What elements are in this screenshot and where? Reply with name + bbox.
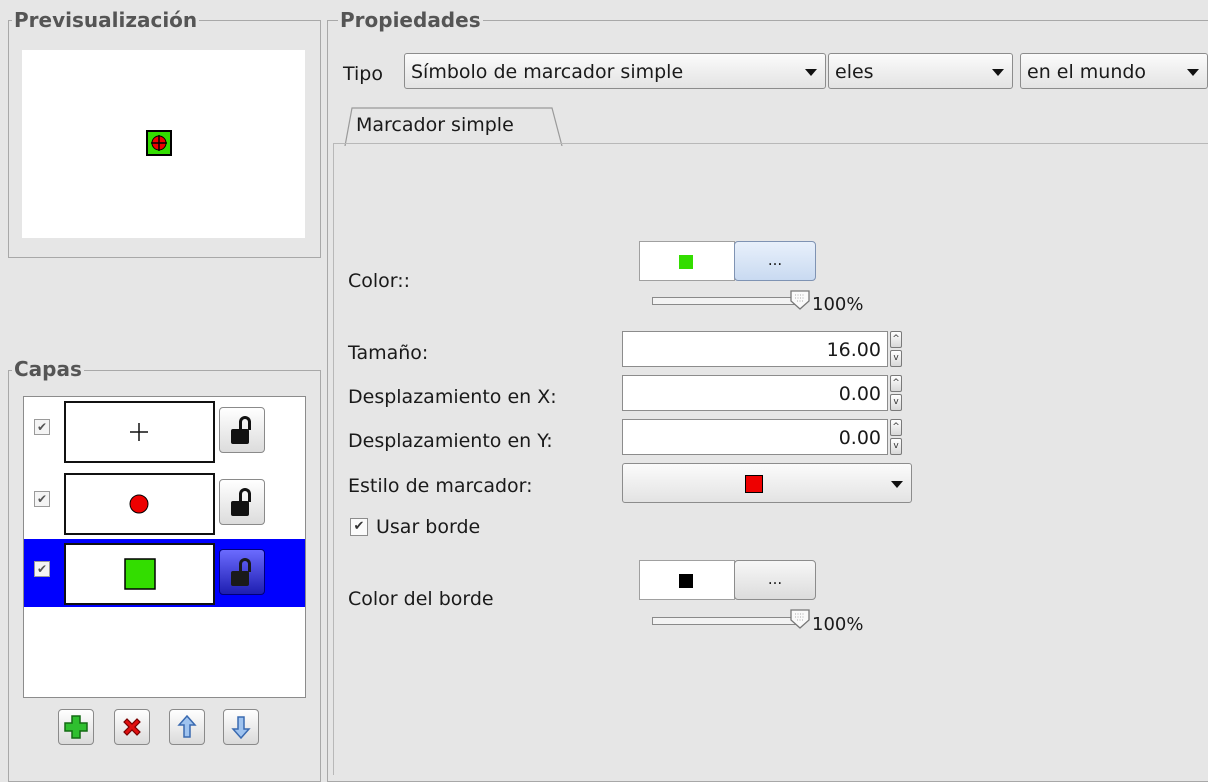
- offset-x-label: Desplazamiento en X:: [348, 386, 557, 408]
- layer-visible-checkbox[interactable]: ✔: [34, 561, 50, 577]
- slider-thumb-icon[interactable]: [789, 289, 811, 311]
- spin-down-icon[interactable]: v: [890, 394, 902, 411]
- preview-group-title: Previsualización: [12, 8, 200, 32]
- offset-y-input[interactable]: 0.00: [622, 419, 888, 455]
- layers-list: ✔ ✔ ✔: [23, 396, 306, 698]
- remove-layer-button[interactable]: [114, 709, 150, 745]
- layer-lock-button[interactable]: [219, 479, 265, 525]
- layers-group-title: Capas: [12, 357, 84, 381]
- cross-marker-icon: [130, 423, 148, 441]
- tab-panel: [333, 143, 1208, 775]
- layer-preview[interactable]: [64, 543, 215, 605]
- use-border-label[interactable]: Usar borde: [376, 516, 480, 538]
- spin-up-icon[interactable]: ^: [890, 375, 902, 392]
- border-color-swatch[interactable]: [639, 560, 735, 600]
- layer-row[interactable]: ✔: [24, 539, 305, 607]
- spin-up-icon[interactable]: ^: [890, 331, 902, 348]
- offset-y-spinner[interactable]: ^ v: [890, 419, 902, 455]
- size-input[interactable]: 16.00: [622, 331, 888, 367]
- slider-thumb-icon[interactable]: [789, 608, 811, 630]
- layer-row[interactable]: ✔: [24, 397, 305, 465]
- move-layer-up-button[interactable]: [169, 709, 205, 745]
- unlocked-icon: [239, 558, 251, 572]
- arrow-up-icon: [177, 714, 197, 738]
- use-border-checkbox[interactable]: ✔: [350, 518, 368, 536]
- size-label: Tamaño:: [348, 342, 429, 364]
- symbol-type-value: Símbolo de marcador simple: [411, 61, 684, 83]
- color-picker-button[interactable]: ...: [734, 241, 816, 281]
- green-square-marker-icon: [124, 558, 156, 590]
- border-opacity-slider[interactable]: [652, 617, 800, 625]
- layer-lock-button[interactable]: [219, 549, 265, 595]
- layer-visible-checkbox[interactable]: ✔: [34, 491, 50, 507]
- units-scope-value: en el mundo: [1027, 61, 1147, 83]
- chevron-down-icon: [891, 481, 903, 488]
- color-swatch-fill: [679, 255, 693, 269]
- symbol-type-select[interactable]: Símbolo de marcador simple: [404, 53, 826, 89]
- chevron-down-icon: [1187, 69, 1199, 76]
- color-opacity-value: 100%: [812, 294, 864, 315]
- border-color-swatch-fill: [679, 574, 693, 588]
- offset-y-label: Desplazamiento en Y:: [348, 430, 553, 452]
- size-value: 16.00: [826, 339, 881, 361]
- symbol-preview: [22, 50, 305, 238]
- delete-icon: [123, 718, 141, 736]
- units-select[interactable]: eles: [828, 53, 1013, 89]
- unlocked-icon: [239, 488, 251, 502]
- arrow-down-icon: [231, 716, 251, 740]
- border-color-picker-button[interactable]: ...: [734, 560, 816, 600]
- border-opacity-value: 100%: [812, 614, 864, 635]
- spin-down-icon[interactable]: v: [890, 438, 902, 455]
- size-spinner[interactable]: ^ v: [890, 331, 902, 367]
- layer-preview[interactable]: [64, 401, 215, 463]
- spin-up-icon[interactable]: ^: [890, 419, 902, 436]
- color-label: Color::: [348, 270, 411, 292]
- layer-preview[interactable]: [64, 473, 215, 535]
- border-color-label: Color del borde: [348, 588, 494, 610]
- marker-style-select[interactable]: [622, 463, 912, 503]
- offset-x-spinner[interactable]: ^ v: [890, 375, 902, 411]
- red-circle-marker-icon: [129, 494, 149, 514]
- properties-group-title: Propiedades: [338, 8, 483, 32]
- chevron-down-icon: [992, 69, 1004, 76]
- color-swatch[interactable]: [639, 241, 735, 281]
- layer-visible-checkbox[interactable]: ✔: [34, 419, 50, 435]
- preview-symbol: [146, 130, 172, 156]
- offset-y-value: 0.00: [838, 427, 881, 449]
- type-label: Tipo: [343, 63, 383, 85]
- chevron-down-icon: [805, 69, 817, 76]
- marker-style-label: Estilo de marcador:: [348, 475, 533, 497]
- color-opacity-slider[interactable]: [652, 297, 800, 305]
- layer-lock-button[interactable]: [219, 407, 265, 453]
- spin-down-icon[interactable]: v: [890, 350, 902, 367]
- units-scope-select[interactable]: en el mundo: [1020, 53, 1208, 89]
- plus-icon: [64, 715, 88, 739]
- layer-row[interactable]: ✔: [24, 469, 305, 537]
- offset-x-input[interactable]: 0.00: [622, 375, 888, 411]
- tab-marcador-simple-label[interactable]: Marcador simple: [356, 114, 514, 136]
- unlocked-icon: [239, 416, 251, 430]
- offset-x-value: 0.00: [838, 383, 881, 405]
- units-value: eles: [835, 61, 874, 83]
- add-layer-button[interactable]: [58, 709, 94, 745]
- square-marker-icon: [745, 475, 763, 493]
- move-layer-down-button[interactable]: [223, 709, 259, 745]
